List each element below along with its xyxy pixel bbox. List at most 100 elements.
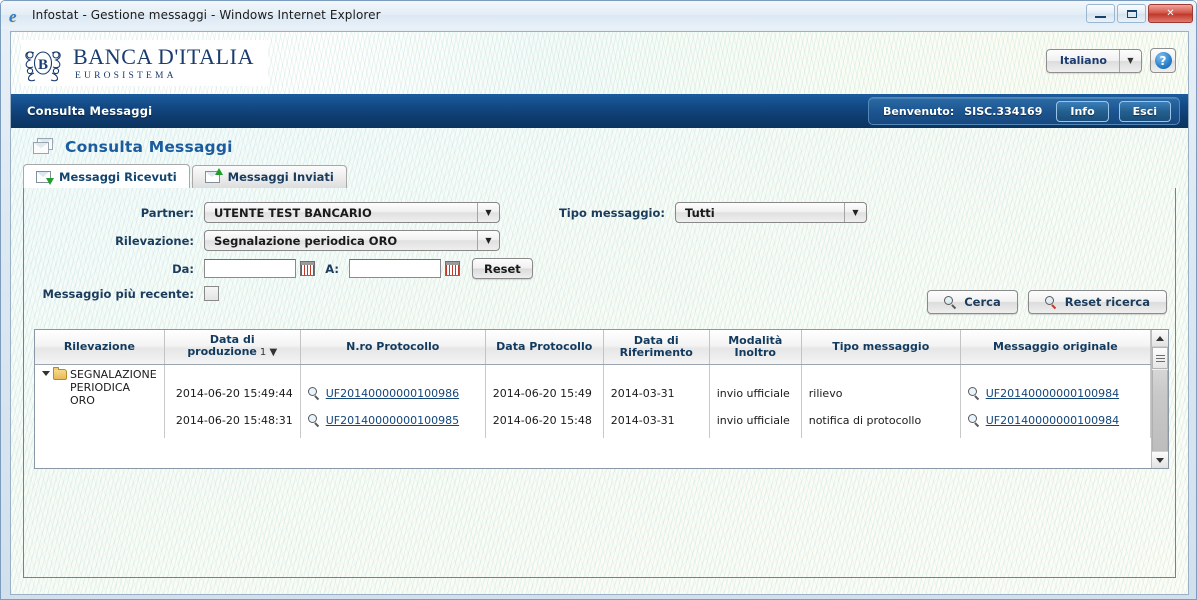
cell-nro-protocollo: UF20140000000100985 xyxy=(300,410,486,438)
magnifier-icon xyxy=(944,295,957,309)
cell-messaggio-originale: UF20140000000100984 xyxy=(960,410,1151,438)
column-header-rilevazione[interactable]: Rilevazione xyxy=(35,330,165,365)
tab-messaggi-ricevuti[interactable]: Messaggi Ricevuti xyxy=(23,164,190,188)
page-header: Consulta Messaggi xyxy=(11,128,1188,164)
column-header-nro-protocollo[interactable]: N.ro Protocollo xyxy=(300,330,486,365)
table-group-row: SEGNALAZIONE PERIODICA ORO xyxy=(35,364,1151,438)
info-button[interactable]: Info xyxy=(1056,100,1109,122)
language-label: Italiano xyxy=(1059,54,1107,67)
search-panel: Partner: UTENTE TEST BANCARIO ▼ Tipo mes… xyxy=(23,188,1176,578)
brand-subtitle: EUROSISTEMA xyxy=(75,71,177,81)
page-viewport: B BANCA D'ITALIA EUROSISTEMA Italiano ▼ … xyxy=(10,31,1189,595)
partner-label: Partner: xyxy=(140,205,194,220)
scrollbar-trail xyxy=(1152,370,1168,451)
column-label: Messaggio originale xyxy=(993,339,1118,353)
brand-logo: B BANCA D'ITALIA EUROSISTEMA xyxy=(21,40,269,86)
messages-icon xyxy=(33,138,55,156)
protocollo-link[interactable]: UF20140000000100985 xyxy=(326,414,459,427)
tab-messaggi-inviati[interactable]: Messaggi Inviati xyxy=(191,165,347,188)
scroll-up-button[interactable] xyxy=(1152,330,1168,347)
rilevazione-label: Rilevazione: xyxy=(115,233,194,248)
close-button[interactable]: ✕ xyxy=(1148,4,1193,23)
cell-tipo-messaggio: notifica di protocollo xyxy=(801,410,961,438)
cell-data-protocollo: 2014-06-20 15:49 xyxy=(485,383,604,411)
banca-ditalia-crest-icon: B xyxy=(21,40,65,86)
maximize-button[interactable] xyxy=(1117,4,1146,23)
bank-header: B BANCA D'ITALIA EUROSISTEMA Italiano ▼ … xyxy=(11,32,1188,94)
group-spacer xyxy=(709,364,802,384)
window-title: Infostat - Gestione messaggi - Windows I… xyxy=(32,8,381,22)
form-row-date-range: Da: A: Reset xyxy=(34,258,1175,279)
column-header-messaggio-originale[interactable]: Messaggio originale xyxy=(960,330,1151,365)
scroll-down-button[interactable] xyxy=(1152,451,1168,468)
column-label: Data di produzione xyxy=(187,333,257,359)
column-header-data-riferimento[interactable]: Data di Riferimento xyxy=(603,330,710,365)
cerca-button[interactable]: Cerca xyxy=(927,290,1018,314)
calendar-icon[interactable] xyxy=(445,261,460,276)
column-header-modalita-inoltro[interactable]: Modalità Inoltro xyxy=(709,330,802,365)
results-table-body: Rilevazione Data di produzione 1 ▼ N.ro P… xyxy=(35,330,1151,468)
group-spacer xyxy=(300,364,486,384)
reset-dates-button[interactable]: Reset xyxy=(472,258,533,279)
column-header-data-protocollo[interactable]: Data Protocollo xyxy=(485,330,604,365)
table-vertical-scrollbar[interactable] xyxy=(1151,330,1168,468)
group-cell: SEGNALAZIONE PERIODICA ORO xyxy=(35,364,165,438)
help-button[interactable]: ? xyxy=(1150,48,1176,73)
a-label: A: xyxy=(325,261,339,276)
cell-data-riferimento: 2014-03-31 xyxy=(603,410,710,438)
welcome-label: Benvenuto: xyxy=(883,104,955,118)
messaggio-recente-checkbox[interactable] xyxy=(204,286,219,301)
page-content: Consulta Messaggi Messaggi Ricevuti Mess… xyxy=(11,128,1188,594)
username-label: SISC.334169 xyxy=(964,104,1043,118)
messaggio-originale-link[interactable]: UF20140000000100984 xyxy=(986,414,1119,427)
table-row: 2014-06-20 15:48:31 UF20140000000100985 … xyxy=(35,410,1151,438)
expander-collapse-icon[interactable] xyxy=(42,370,50,376)
tab-bar: Messaggi Ricevuti Messaggi Inviati xyxy=(23,164,1188,188)
logout-button[interactable]: Esci xyxy=(1118,100,1171,122)
window-titlebar: e Infostat - Gestione messaggi - Windows… xyxy=(1,1,1196,29)
cell-nro-protocollo: UF20140000000100986 xyxy=(300,383,486,411)
magnifier-icon xyxy=(967,413,981,427)
cell-data-produzione: 2014-06-20 15:49:44 xyxy=(164,383,301,411)
da-date-input[interactable] xyxy=(204,259,296,278)
sort-indicator: 1 ▼ xyxy=(259,347,278,359)
group-spacer xyxy=(164,364,301,384)
cerca-label: Cerca xyxy=(964,295,1001,309)
chevron-down-icon: ▼ xyxy=(844,203,866,222)
svg-text:B: B xyxy=(38,57,48,73)
user-session-box: Benvenuto: SISC.334169 Info Esci xyxy=(868,97,1180,125)
a-date-input[interactable] xyxy=(349,259,441,278)
internet-explorer-icon: e xyxy=(9,6,17,26)
column-header-data-produzione[interactable]: Data di produzione 1 ▼ xyxy=(164,330,301,365)
column-label: Modalità Inoltro xyxy=(728,333,783,359)
column-label: N.ro Protocollo xyxy=(346,339,440,353)
form-row-rilevazione: Rilevazione: Segnalazione periodica ORO … xyxy=(34,230,1175,251)
language-selector[interactable]: Italiano ▼ xyxy=(1045,48,1142,73)
magnifier-icon xyxy=(967,386,981,400)
magnifier-minus-icon xyxy=(1044,295,1058,309)
outbox-envelope-icon xyxy=(204,168,223,184)
page-title: Consulta Messaggi xyxy=(65,138,233,156)
folder-open-icon xyxy=(53,366,67,380)
scrollbar-thumb[interactable] xyxy=(1152,347,1168,369)
calendar-icon[interactable] xyxy=(300,261,315,276)
messaggio-originale-link[interactable]: UF20140000000100984 xyxy=(986,387,1119,400)
partner-select[interactable]: UTENTE TEST BANCARIO ▼ xyxy=(204,202,500,223)
column-header-tipo-messaggio[interactable]: Tipo messaggio xyxy=(801,330,961,365)
reset-ricerca-button[interactable]: Reset ricerca xyxy=(1027,290,1167,314)
results-table: Rilevazione Data di produzione 1 ▼ N.ro P… xyxy=(34,329,1169,469)
magnifier-icon xyxy=(307,413,321,427)
cell-messaggio-originale: UF20140000000100984 xyxy=(960,383,1151,411)
da-label: Da: xyxy=(172,261,194,276)
help-icon: ? xyxy=(1154,52,1172,69)
window-controls: ✕ xyxy=(1086,4,1193,23)
group-label: SEGNALAZIONE PERIODICA ORO xyxy=(70,367,157,407)
tipo-messaggio-select[interactable]: Tutti ▼ xyxy=(675,202,867,223)
rilevazione-select[interactable]: Segnalazione periodica ORO ▼ xyxy=(204,230,500,251)
minimize-button[interactable] xyxy=(1086,4,1115,23)
protocollo-link[interactable]: UF20140000000100986 xyxy=(326,387,459,400)
tipo-messaggio-value: Tutti xyxy=(685,205,715,220)
browser-window: e Infostat - Gestione messaggi - Windows… xyxy=(0,0,1197,600)
scrollbar-track[interactable] xyxy=(1152,347,1168,451)
column-label: Rilevazione xyxy=(63,339,135,353)
